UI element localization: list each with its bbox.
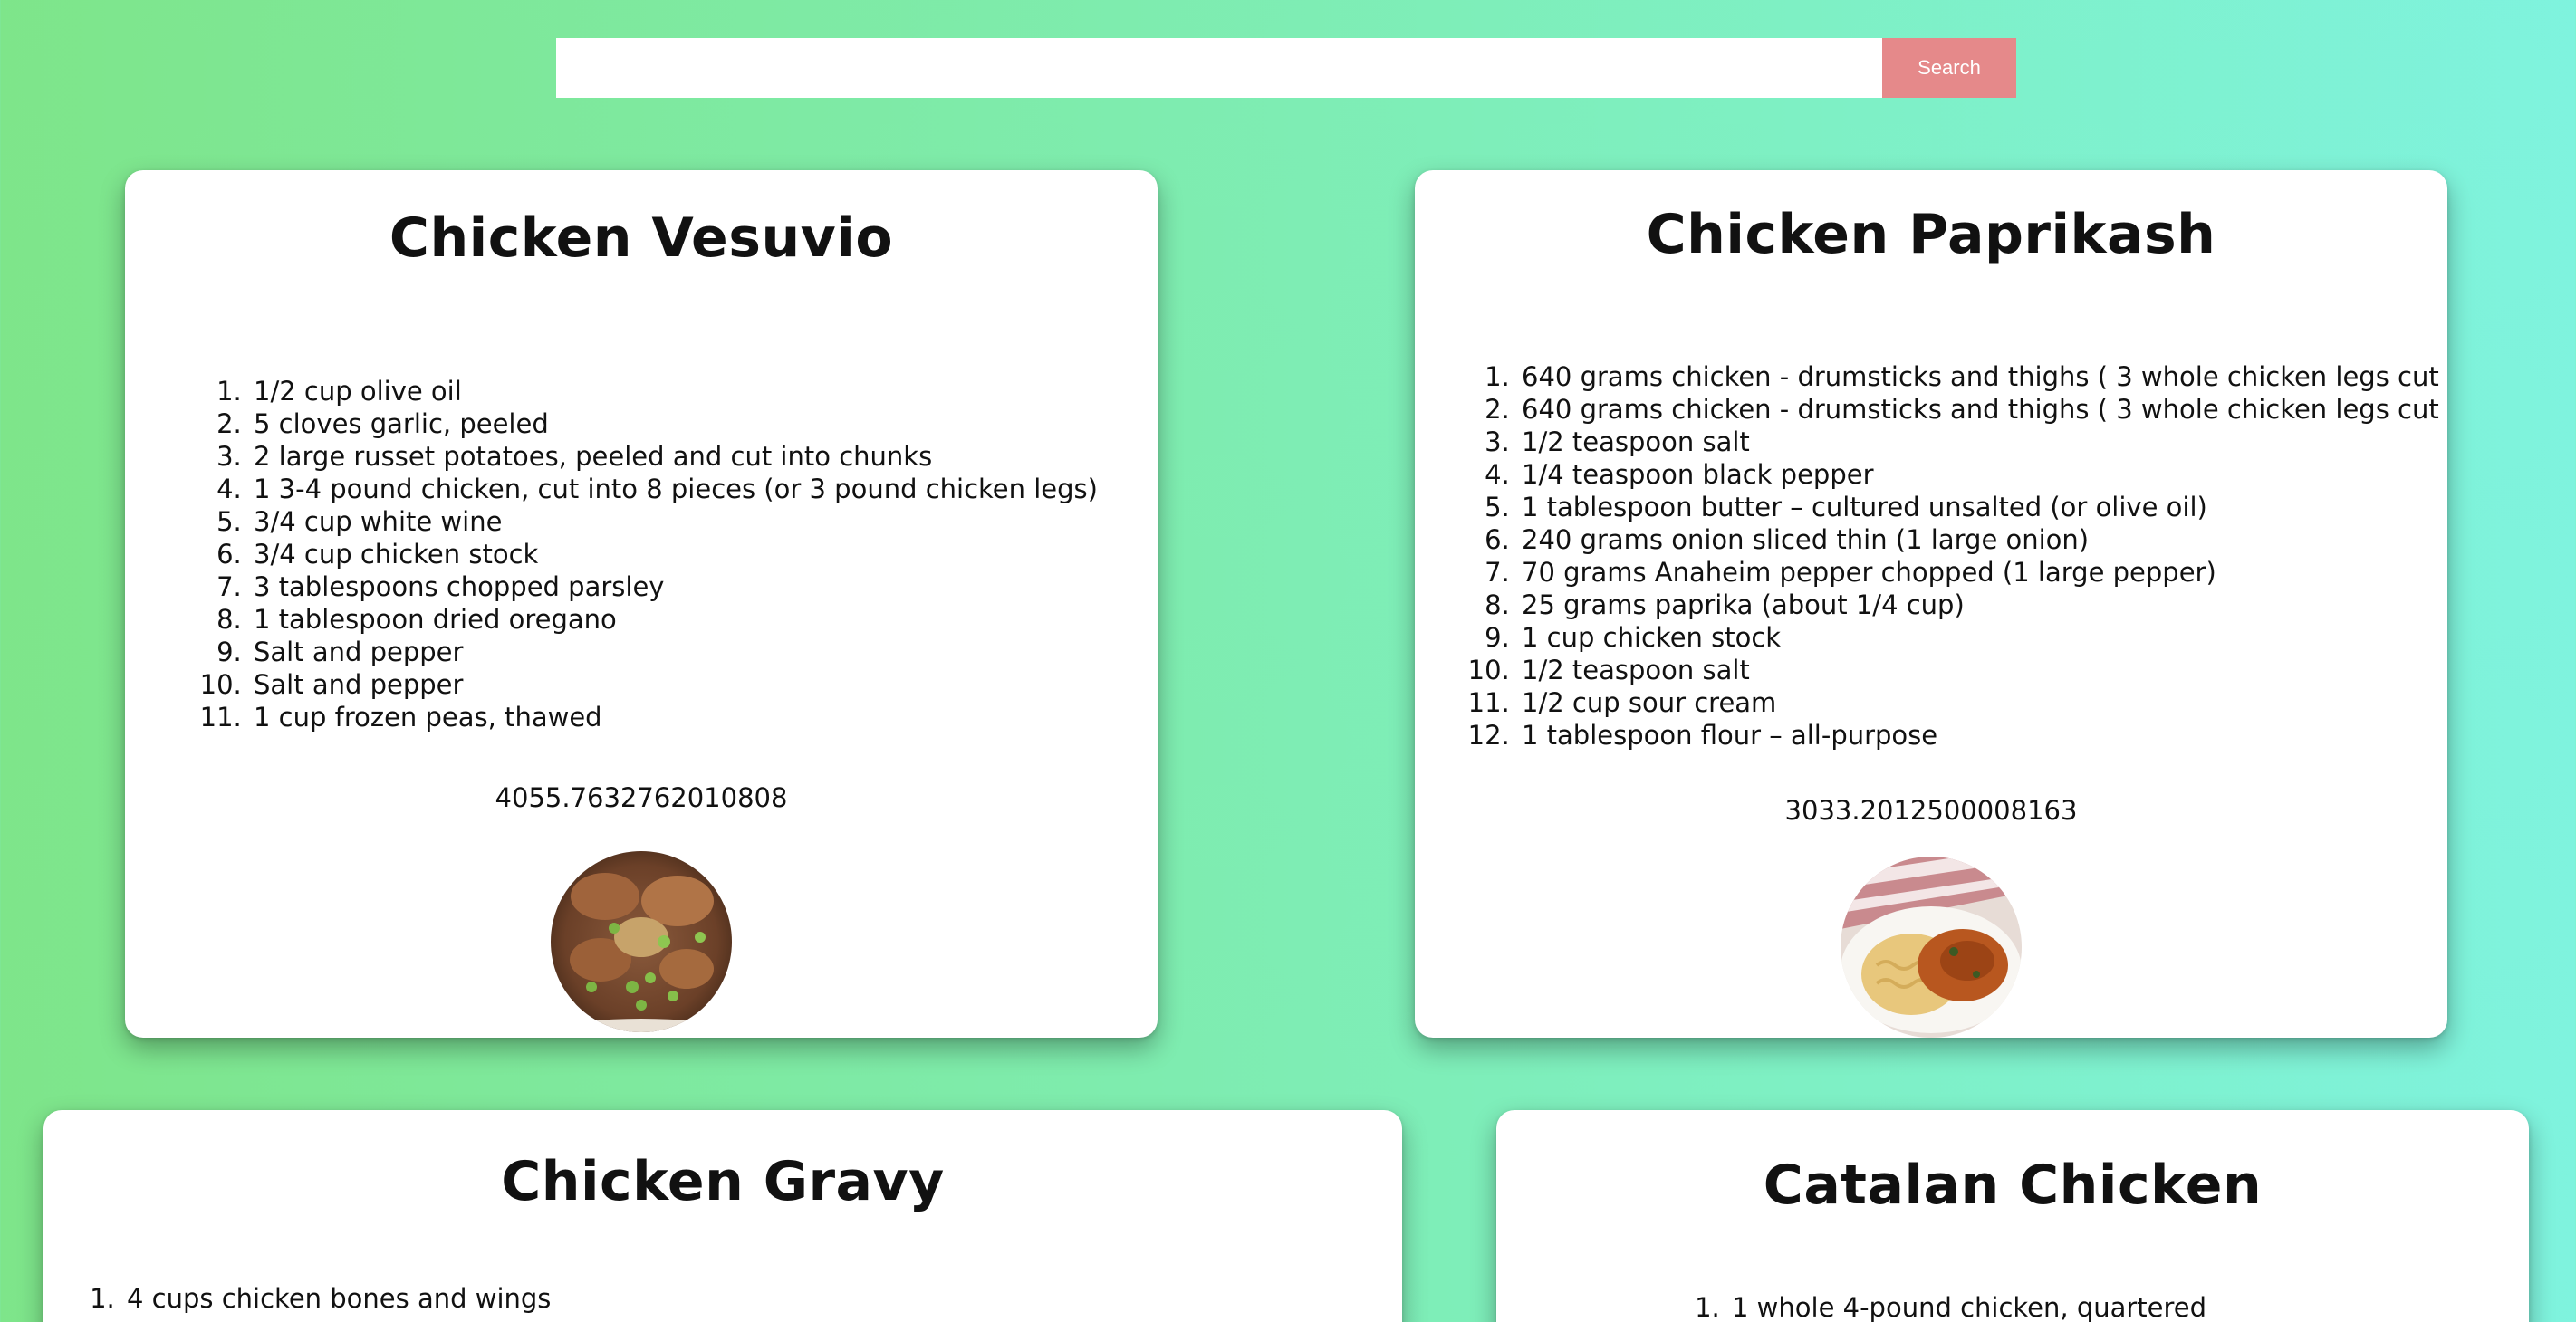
search-bar: Search	[556, 38, 2016, 98]
ingredient-item: 4 cups chicken bones and wings	[123, 1282, 551, 1315]
chicken-paprikash-photo	[1841, 857, 2022, 1038]
ingredient-item: Salt and pepper	[250, 636, 1098, 668]
ingredient-item: 25 grams paprika (about 1/4 cup)	[1518, 589, 2447, 621]
ingredient-item: 3/4 cup chicken stock	[250, 538, 1098, 570]
recipe-card: Chicken Paprikash 640 grams chicken - dr…	[1415, 170, 2447, 1038]
calorie-count: 4055.7632762010808	[495, 782, 788, 813]
recipe-title: Catalan Chicken	[1763, 1154, 2263, 1217]
ingredient-list: 640 grams chicken - drumsticks and thigh…	[1473, 360, 2447, 752]
ingredient-item: Salt and pepper	[250, 668, 1098, 701]
ingredient-item: 1/4 teaspoon black pepper	[1518, 458, 2447, 491]
recipe-title: Chicken Vesuvio	[389, 206, 894, 270]
ingredient-item: 1 tablespoon dried oregano	[250, 603, 1098, 636]
ingredient-item: 1/2 cup sour cream	[1518, 686, 2447, 719]
search-button[interactable]: Search	[1882, 38, 2016, 98]
recipe-card: Chicken Vesuvio 1/2 cup olive oil 5 clov…	[125, 170, 1158, 1038]
ingredient-item: 5 cloves garlic, peeled	[250, 407, 1098, 440]
ingredient-item: 3 tablespoons chopped parsley	[250, 570, 1098, 603]
ingredient-item: 1 tablespoon flour – all-purpose	[1518, 719, 2447, 752]
ingredient-item: 1/2 teaspoon salt	[1518, 426, 2447, 458]
search-input[interactable]	[556, 38, 1882, 98]
calorie-count: 3033.2012500008163	[1784, 795, 2078, 826]
ingredient-item: 1 whole 4-pound chicken, quartered	[1728, 1291, 2206, 1322]
ingredient-item: 2 large russet potatoes, peeled and cut …	[250, 440, 1098, 473]
ingredient-item: 70 grams Anaheim pepper chopped (1 large…	[1518, 556, 2447, 589]
ingredient-list: 1/2 cup olive oil 5 cloves garlic, peele…	[125, 375, 1098, 733]
ingredient-item: 1 3-4 pound chicken, cut into 8 pieces (…	[250, 473, 1098, 505]
recipe-card: Catalan Chicken 1 whole 4-pound chicken,…	[1496, 1110, 2529, 1322]
ingredient-item: 1 tablespoon butter – cultured unsalted …	[1518, 491, 2447, 523]
ingredient-item: 640 grams chicken - drumsticks and thigh…	[1518, 393, 2447, 426]
ingredient-list: 4 cups chicken bones and wings	[43, 1282, 551, 1315]
ingredient-item: 3/4 cup white wine	[250, 505, 1098, 538]
ingredient-item: 1/2 cup olive oil	[250, 375, 1098, 407]
ingredient-list: 1 whole 4-pound chicken, quartered	[1496, 1291, 2206, 1322]
recipe-title: Chicken Paprikash	[1646, 203, 2216, 266]
ingredient-item: 240 grams onion sliced thin (1 large oni…	[1518, 523, 2447, 556]
ingredient-item: 1 cup chicken stock	[1518, 621, 2447, 654]
ingredient-item: 640 grams chicken - drumsticks and thigh…	[1518, 360, 2447, 393]
chicken-vesuvio-photo	[551, 851, 732, 1032]
ingredient-item: 1/2 teaspoon salt	[1518, 654, 2447, 686]
recipe-title: Chicken Gravy	[501, 1150, 945, 1213]
ingredient-item: 1 cup frozen peas, thawed	[250, 701, 1098, 733]
recipe-card: Chicken Gravy 4 cups chicken bones and w…	[43, 1110, 1402, 1322]
